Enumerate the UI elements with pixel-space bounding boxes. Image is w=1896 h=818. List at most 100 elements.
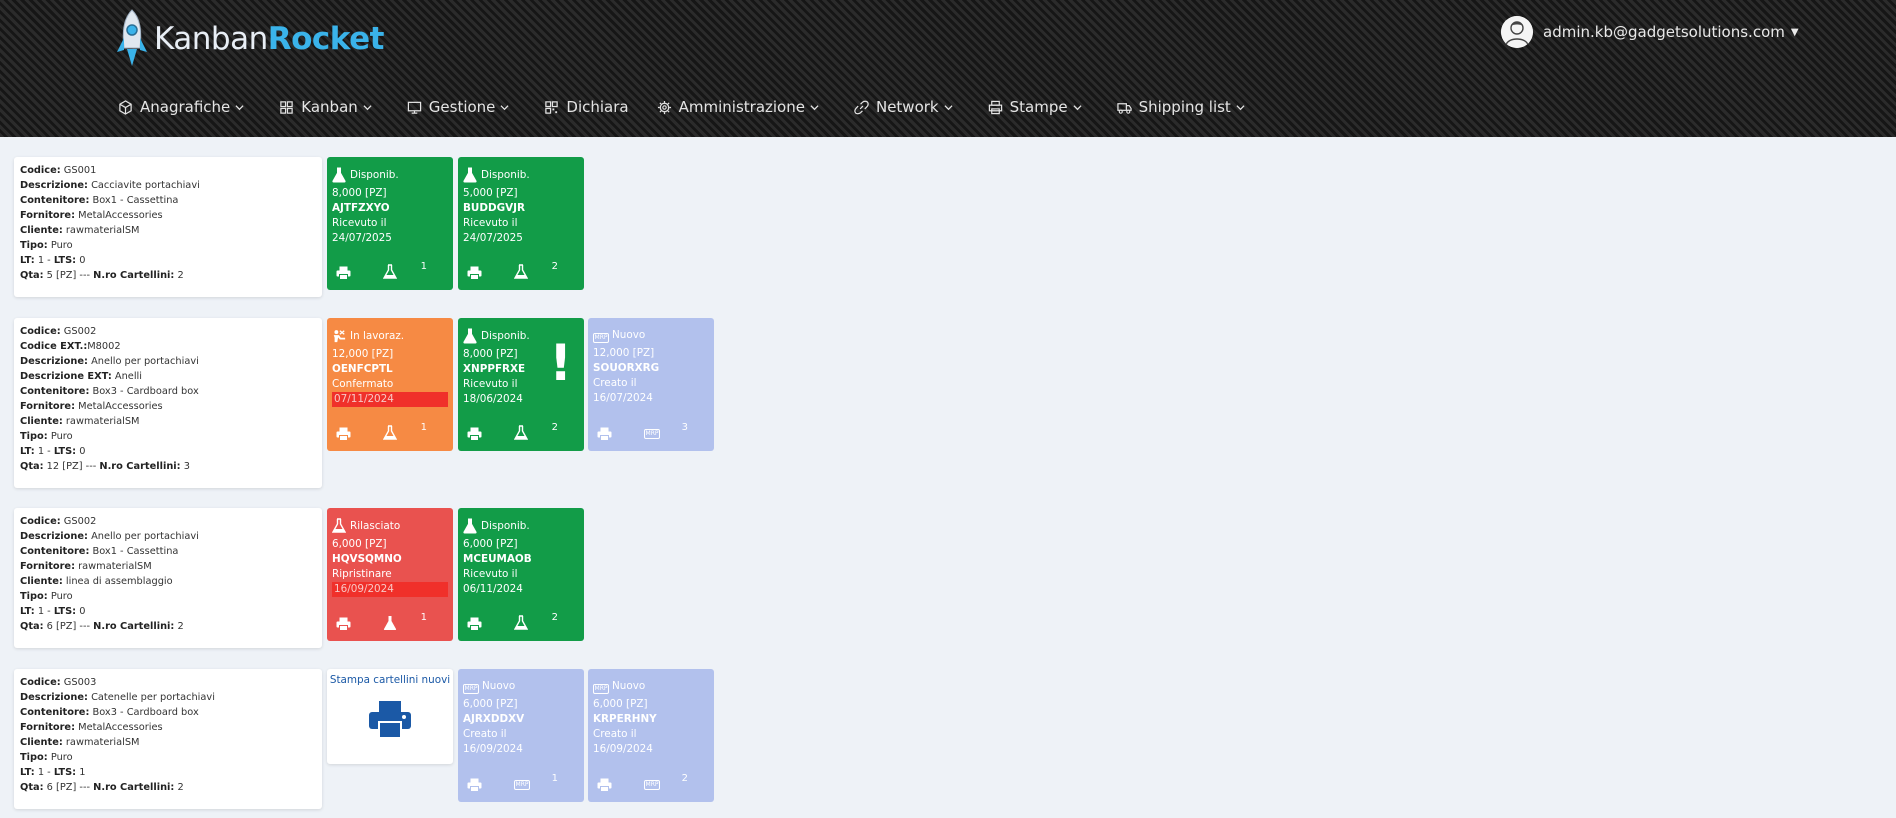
user-avatar-icon <box>1501 16 1533 48</box>
item-info-panel: Codice: GS003 Descrizione: Catenelle per… <box>14 669 322 809</box>
print-icon[interactable] <box>597 427 612 441</box>
flask-icon <box>463 518 477 534</box>
nav-item-amministrazione[interactable]: Amministrazione <box>657 98 826 116</box>
kanban-card[interactable]: Disponib. 8,000 [PZ] XNPPFRXE Ricevuto i… <box>458 318 584 451</box>
print-icon[interactable] <box>336 617 351 631</box>
mrp-icon[interactable]: MRP <box>644 780 660 790</box>
nav-item-shipping-list[interactable]: Shipping list <box>1116 98 1252 116</box>
chip-icon <box>657 100 671 114</box>
nav-item-kanban[interactable]: Kanban <box>279 98 379 116</box>
kanban-card[interactable]: MRP Nuovo 12,000 [PZ] SOUORXRG Creato il … <box>588 318 714 451</box>
print-icon[interactable] <box>597 778 612 792</box>
chevron-down-icon <box>810 104 819 110</box>
flask-icon[interactable] <box>514 615 528 631</box>
item-description-ext: Anelli <box>114 371 142 382</box>
card-status: Disponib. <box>481 330 530 342</box>
print-new-cards-button[interactable]: Stampa cartellini nuovi <box>327 669 453 764</box>
nav-label: Kanban <box>301 98 358 116</box>
nav-item-network[interactable]: Network <box>854 98 960 116</box>
truck-icon <box>1116 102 1132 114</box>
item-container: Box1 - Cassettina <box>92 195 179 206</box>
avatar <box>1501 16 1533 48</box>
nav-item-stampe[interactable]: Stampe <box>988 98 1089 116</box>
print-icon[interactable] <box>336 266 351 280</box>
nav-label: Amministrazione <box>678 98 805 116</box>
card-code: AJTFZXYO <box>332 202 390 214</box>
flask-icon[interactable] <box>383 425 397 441</box>
item-type: Puro <box>50 240 73 251</box>
card-quantity: 6,000 [PZ] <box>332 538 387 550</box>
card-status: Nuovo <box>482 680 516 692</box>
item-code-ext: M8002 <box>87 341 121 352</box>
kanban-card[interactable]: Disponib. 8,000 [PZ] AJTFZXYO Ricevuto i… <box>327 157 453 290</box>
user-menu[interactable]: admin.kb@gadgetsolutions.com ▼ <box>1501 16 1799 48</box>
card-note: Ricevuto il <box>463 217 518 229</box>
card-note: Creato il <box>463 728 507 740</box>
chevron-down-icon <box>363 104 372 110</box>
flask-icon[interactable] <box>383 264 397 280</box>
print-icon[interactable] <box>467 617 482 631</box>
kanban-card[interactable]: MRP Nuovo 6,000 [PZ] AJRXDDXV Creato il 1… <box>458 669 584 802</box>
nav-item-anagrafiche[interactable]: Anagrafiche <box>118 98 251 116</box>
kanban-card[interactable]: Disponib. 5,000 [PZ] BUDDGVJR Ricevuto i… <box>458 157 584 290</box>
card-date: 16/09/2024 <box>593 743 653 755</box>
mrp-icon: MRP <box>593 333 609 343</box>
item-customer: rawmaterialSM <box>65 416 140 427</box>
item-code: GS001 <box>63 165 97 176</box>
card-quantity: 6,000 [PZ] <box>463 698 518 710</box>
card-note: Creato il <box>593 728 637 740</box>
nav-item-gestione[interactable]: Gestione <box>407 98 517 116</box>
mrp-icon: MRP <box>463 684 479 694</box>
item-container: Box1 - Cassettina <box>92 546 179 557</box>
print-icon[interactable] <box>336 427 351 441</box>
print-icon[interactable] <box>467 266 482 280</box>
flask-icon[interactable] <box>514 264 528 280</box>
card-status: In lavoraz. <box>350 330 405 342</box>
nav-item-dichiara[interactable]: Dichiara <box>544 98 629 116</box>
mrp-icon[interactable]: MRP <box>644 429 660 439</box>
top-header: KanbanRocket admin.kb@gadgetsolutions.co… <box>0 0 1896 137</box>
app-logo[interactable]: KanbanRocket <box>116 8 384 70</box>
printer-icon <box>988 100 1002 114</box>
nav-label: Dichiara <box>566 98 629 116</box>
card-note: Ricevuto il <box>332 217 387 229</box>
link-icon <box>854 100 869 114</box>
item-code: GS003 <box>63 677 97 688</box>
nav-label: Gestione <box>428 98 496 116</box>
print-icon[interactable] <box>467 778 482 792</box>
item-code: GS002 <box>63 516 97 527</box>
card-quantity: 5,000 [PZ] <box>463 187 518 199</box>
card-code: HQVSQMNO <box>332 553 402 565</box>
kanban-card[interactable]: Disponib. 6,000 [PZ] MCEUMAOB Ricevuto i… <box>458 508 584 641</box>
print-icon[interactable] <box>467 427 482 441</box>
main-nav: Anagrafiche Kanban Gestione Dichiara Amm… <box>118 96 1280 118</box>
nav-label: Anagrafiche <box>140 98 231 116</box>
card-date: 24/07/2025 <box>332 232 392 244</box>
kanban-card[interactable]: MRP Nuovo 6,000 [PZ] KRPERHNY Creato il 1… <box>588 669 714 802</box>
card-code: MCEUMAOB <box>463 553 532 565</box>
chevron-down-icon <box>500 104 509 110</box>
item-supplier: MetalAccessories <box>78 722 163 733</box>
item-info-panel: Codice: GS002 Codice EXT.:M8002 Descrizi… <box>14 318 322 488</box>
nav-label: Shipping list <box>1138 98 1231 116</box>
chevron-down-icon <box>1236 104 1245 110</box>
card-quantity: 8,000 [PZ] <box>332 187 387 199</box>
logo-text-kanban: Kanban <box>154 21 268 57</box>
item-supplier: rawmaterialSM <box>78 561 152 572</box>
item-container: Box3 - Cardboard box <box>92 386 199 397</box>
item-description: Cacciavite portachiavi <box>91 180 200 191</box>
card-status: Disponib. <box>481 169 530 181</box>
item-supplier: MetalAccessories <box>78 210 163 221</box>
card-quantity: 6,000 [PZ] <box>593 698 648 710</box>
card-note: Ripristinare <box>332 568 392 580</box>
worker-icon <box>333 330 346 343</box>
flask-icon[interactable] <box>383 615 397 631</box>
flask-icon[interactable] <box>514 425 528 441</box>
mrp-icon[interactable]: MRP <box>514 780 530 790</box>
kanban-card[interactable]: In lavoraz. 12,000 [PZ] OENFCPTL Conferm… <box>327 318 453 451</box>
kanban-card[interactable]: Rilasciato 6,000 [PZ] HQVSQMNO Ripristin… <box>327 508 453 641</box>
card-quantity: 12,000 [PZ] <box>332 348 394 360</box>
logo-text-rocket: Rocket <box>267 21 385 57</box>
card-status: Nuovo <box>612 680 646 692</box>
item-customer: rawmaterialSM <box>65 225 140 236</box>
